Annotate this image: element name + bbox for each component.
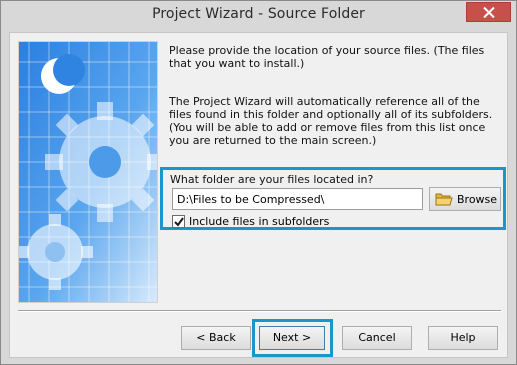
checkmark-icon bbox=[174, 217, 184, 227]
help-button[interactable]: Help bbox=[428, 326, 498, 350]
close-button[interactable] bbox=[466, 2, 511, 22]
window-title: Project Wizard - Source Folder bbox=[152, 6, 365, 22]
back-button[interactable]: < Back bbox=[181, 326, 251, 350]
cancel-button[interactable]: Cancel bbox=[342, 326, 412, 350]
folder-path-input[interactable] bbox=[172, 188, 423, 210]
browse-button[interactable]: Browse bbox=[429, 187, 501, 211]
title-bar: Project Wizard - Source Folder bbox=[1, 1, 516, 32]
folder-icon bbox=[435, 193, 453, 206]
intro-paragraph-2: The Project Wizard will automatically re… bbox=[169, 95, 493, 147]
source-folder-group: What folder are your files located in? B… bbox=[160, 167, 506, 230]
include-subfolders-label: Include files in subfolders bbox=[189, 215, 330, 228]
wizard-side-image bbox=[18, 41, 158, 303]
browse-button-label: Browse bbox=[457, 193, 498, 206]
include-subfolders-checkbox[interactable] bbox=[172, 215, 185, 228]
wizard-window: Project Wizard - Source Folder Please pr… bbox=[0, 0, 517, 365]
intro-paragraph-1: Please provide the location of your sour… bbox=[169, 44, 485, 70]
folder-question-label: What folder are your files located in? bbox=[170, 173, 374, 186]
wizard-body: Please provide the location of your sour… bbox=[9, 32, 508, 358]
button-divider bbox=[18, 310, 501, 312]
next-button[interactable]: Next > bbox=[259, 326, 325, 350]
close-icon bbox=[483, 7, 495, 18]
gear-graphic-icon bbox=[19, 42, 157, 302]
